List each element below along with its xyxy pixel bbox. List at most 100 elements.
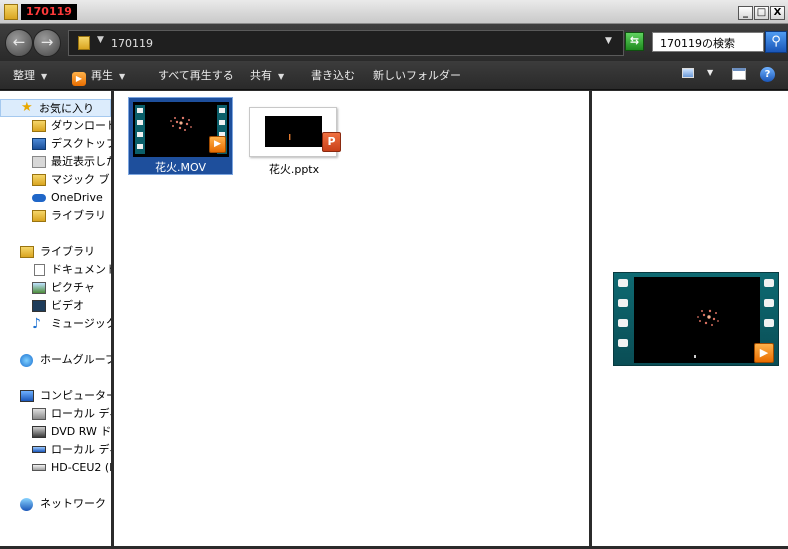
nav-documents[interactable]: ドキュメント	[0, 261, 111, 279]
address-history-dropdown-icon[interactable]: ▼	[605, 36, 612, 46]
nav-computer-label: コンピューター	[40, 389, 111, 402]
address-field[interactable]: ▼ 170119 ▼	[68, 30, 624, 56]
nav-homegroup[interactable]: ホームグループ	[0, 351, 111, 369]
video-preview: ▶	[613, 272, 779, 366]
search-input[interactable]: 170119の検索	[652, 32, 764, 52]
film-icon	[32, 300, 46, 312]
burn-button[interactable]: 書き込む	[311, 67, 355, 83]
network-icon	[20, 498, 33, 511]
nav-computer[interactable]: コンピューター	[0, 387, 111, 405]
nav-recent-places[interactable]: 最近表示した場所	[0, 153, 111, 171]
firework-preview-icon	[634, 277, 760, 363]
breadcrumb-chevron-icon[interactable]: ▼	[97, 35, 104, 45]
nav-music-label: ミュージック	[51, 317, 111, 330]
file-name: 花火.pptx	[268, 163, 320, 176]
nav-documents-label: ドキュメント	[51, 263, 111, 276]
preview-pane: ▶	[592, 91, 788, 546]
back-button[interactable]: ←	[5, 29, 33, 57]
nav-fav-libraries-label: ライブラリ	[51, 209, 106, 222]
file-item-presentation[interactable]: P 花火.pptx	[247, 105, 341, 176]
picture-icon	[32, 282, 46, 294]
nav-desktop[interactable]: デスクトップ	[0, 135, 111, 153]
slide-preview	[265, 116, 322, 147]
downloads-folder-icon	[32, 120, 46, 132]
nav-favorites[interactable]: ★ お気に入り	[0, 99, 111, 117]
nav-fav-libraries[interactable]: ライブラリ	[0, 207, 111, 225]
nav-downloads-label: ダウンロード	[51, 119, 111, 132]
nav-external-drive[interactable]: HD-CEU2 (E:)	[0, 459, 111, 477]
nav-pictures-label: ピクチャ	[51, 281, 95, 294]
nav-onedrive[interactable]: OneDrive	[0, 189, 111, 207]
help-icon[interactable]: ?	[760, 67, 775, 82]
view-options-dropdown-icon[interactable]: ▼	[707, 68, 713, 77]
organize-menu[interactable]: 整理 ▼	[13, 67, 47, 83]
forward-button[interactable]: →	[33, 29, 61, 57]
library-icon	[32, 210, 46, 222]
play-label: 再生	[91, 69, 113, 82]
star-icon: ★	[21, 100, 33, 115]
organize-label: 整理	[13, 69, 35, 82]
cloud-icon	[32, 194, 46, 202]
nav-dvd-drive[interactable]: DVD RW ドライブ	[0, 423, 111, 441]
caret-down-icon: ▼	[41, 72, 48, 81]
preview-frame	[634, 277, 760, 363]
nav-videos[interactable]: ビデオ	[0, 297, 111, 315]
navigation-pane: ★ お気に入り ダウンロード デスクトップ 最近表示した場所 マジック ブリーフ…	[0, 91, 111, 546]
nav-local-disk-c-label: ローカル ディスク (C:)	[51, 407, 111, 420]
nav-videos-label: ビデオ	[51, 299, 84, 312]
arrow-right-icon: →	[40, 33, 54, 51]
search-button[interactable]: ⚲	[765, 31, 787, 53]
nav-network-label: ネットワーク	[40, 497, 106, 510]
minimize-button[interactable]: _	[738, 6, 753, 20]
nav-favorites-label: お気に入り	[39, 102, 94, 115]
refresh-icon: ⇆	[629, 34, 640, 47]
document-icon	[34, 264, 45, 276]
nav-briefcase-label: マジック ブリーフケース	[51, 173, 111, 186]
close-button[interactable]: X	[770, 6, 785, 20]
view-options-icon[interactable]	[682, 68, 694, 78]
maximize-button[interactable]: □	[754, 6, 769, 20]
desktop-icon	[32, 138, 46, 150]
breadcrumb-current[interactable]: 170119	[111, 37, 153, 50]
disk-icon	[32, 408, 46, 420]
new-folder-button[interactable]: 新しいフォルダー	[373, 67, 461, 83]
search-icon: ⚲	[771, 34, 781, 49]
nav-briefcase[interactable]: マジック ブリーフケース	[0, 171, 111, 189]
caret-down-icon: ▼	[119, 72, 126, 81]
preview-pane-icon[interactable]	[732, 68, 746, 80]
powerpoint-icon: P	[322, 132, 341, 152]
refresh-button[interactable]: ⇆	[625, 32, 644, 51]
play-all-button[interactable]: すべて再生する	[158, 67, 234, 83]
nav-network[interactable]: ネットワーク	[0, 495, 111, 513]
file-list: ▶ 花火.MOV P 花火.pptx	[114, 91, 589, 546]
disk-icon	[32, 446, 46, 453]
slide-content-icon	[289, 134, 291, 140]
play-menu[interactable]: ▶ 再生 ▼	[72, 67, 125, 86]
file-item-video[interactable]: ▶ 花火.MOV	[128, 97, 233, 175]
library-icon	[20, 246, 34, 258]
arrow-left-icon: ←	[12, 33, 26, 51]
nav-local-disk-c[interactable]: ローカル ディスク (C:)	[0, 405, 111, 423]
caret-down-icon: ▼	[278, 72, 285, 81]
file-name: 花火.MOV	[155, 161, 206, 174]
computer-icon	[20, 390, 34, 402]
share-menu[interactable]: 共有 ▼	[250, 67, 284, 83]
nav-dvd-drive-label: DVD RW ドライブ	[51, 425, 111, 438]
film-hole	[764, 319, 774, 327]
folder-icon	[78, 36, 90, 50]
nav-libraries[interactable]: ライブラリ	[0, 243, 111, 261]
play-icon: ▶	[72, 72, 86, 86]
nav-music[interactable]: ♪ ミュージック	[0, 315, 111, 333]
film-hole	[764, 299, 774, 307]
nav-external-drive-label: HD-CEU2 (E:)	[51, 461, 111, 474]
nav-pictures[interactable]: ピクチャ	[0, 279, 111, 297]
nav-local-disk-d[interactable]: ローカル ディスク (D:)	[0, 441, 111, 459]
film-hole	[618, 299, 628, 307]
external-drive-icon	[32, 464, 46, 471]
briefcase-icon	[32, 174, 46, 186]
folder-icon	[4, 4, 18, 20]
dvd-drive-icon	[32, 426, 46, 438]
nav-downloads[interactable]: ダウンロード	[0, 117, 111, 135]
film-hole	[618, 279, 628, 287]
nav-local-disk-d-label: ローカル ディスク (D:)	[51, 443, 111, 456]
